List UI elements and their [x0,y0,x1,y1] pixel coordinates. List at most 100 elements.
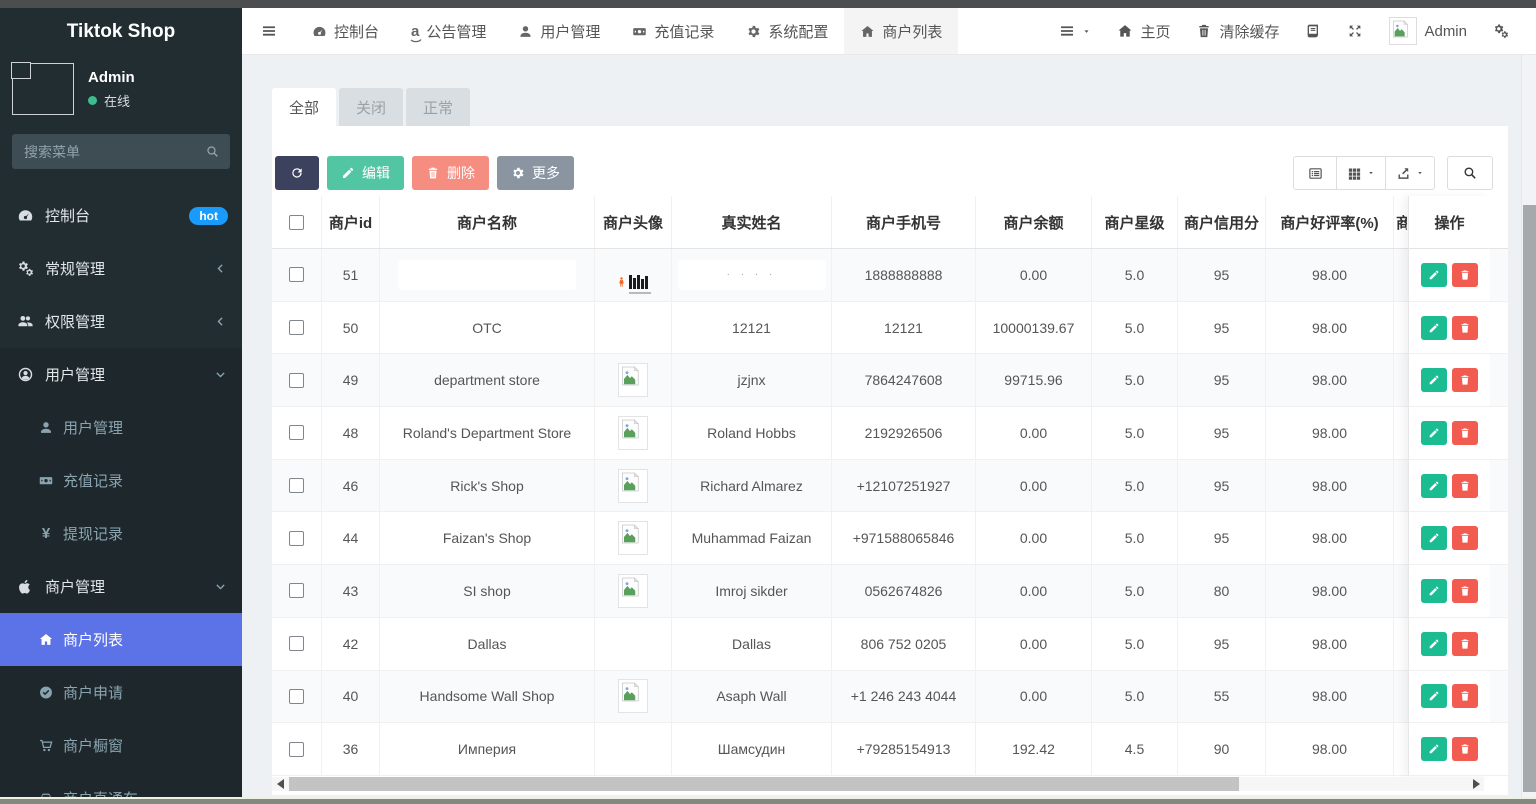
tab-all[interactable]: 全部 [272,88,336,126]
fullscreen-button[interactable] [1334,8,1376,54]
row-checkbox[interactable] [289,425,304,440]
tab-normal[interactable]: 正常 [406,88,470,126]
row-delete-button[interactable] [1452,526,1478,550]
row-delete-button[interactable] [1452,421,1478,445]
row-edit-button[interactable] [1421,526,1447,550]
sidebar-item-merchant-management[interactable]: 商户管理 [0,560,242,613]
account-menu[interactable]: Admin [1376,8,1480,54]
sidebar-search-input[interactable] [12,134,230,169]
merchant-id-cell: 36 [322,723,380,775]
edit-button[interactable]: 编辑 [327,156,404,190]
sidebar-subitem-user-management[interactable]: 用户管理 [0,401,242,454]
row-edit-button[interactable] [1421,474,1447,498]
export-button[interactable] [1385,156,1435,190]
phone-cell: +79285154913 [832,723,976,775]
merchant-rating: 98.00 [1312,583,1347,599]
row-edit-button[interactable] [1421,737,1447,761]
row-delete-button[interactable] [1452,474,1478,498]
navtab-dashboard[interactable]: 控制台 [296,8,395,54]
row-actions-cell [1409,407,1490,460]
real-name: Шамсудин [718,741,786,757]
list-alt-icon [1308,166,1323,181]
rating-cell: 98.00 [1266,512,1394,564]
row-checkbox[interactable] [289,373,304,388]
sidebar-item-dashboard[interactable]: 控制台 hot [0,189,242,242]
row-checkbox[interactable] [289,583,304,598]
row-checkbox[interactable] [289,636,304,651]
vertical-scrollbar-thumb[interactable] [1523,205,1536,792]
refresh-button[interactable] [275,156,319,190]
censored-real-name [678,260,826,290]
navtab-recharge[interactable]: 充值记录 [616,8,730,54]
toggle-view-button[interactable] [1293,156,1337,190]
row-edit-button[interactable] [1421,368,1447,392]
navtab-merchant-list[interactable]: 商户列表 [844,8,958,54]
users-icon [16,313,35,330]
row-edit-button[interactable] [1421,579,1447,603]
sidebar-subitem-merchant-showcase[interactable]: 商户橱窗 [0,719,242,772]
row-edit-button[interactable] [1421,421,1447,445]
merchant-name-cell: Dallas [380,618,595,670]
navtab-system-config[interactable]: 系统配置 [730,8,844,54]
sidebar-toggle-button[interactable] [242,8,296,54]
sidebar-item-general[interactable]: 常规管理 [0,242,242,295]
row-actions-cell [1409,354,1490,407]
tab-closed[interactable]: 关闭 [339,88,403,126]
row-checkbox[interactable] [289,531,304,546]
rating-cell: 98.00 [1266,354,1394,406]
merchant-rating: 98.00 [1312,372,1347,388]
sidebar-subitem-recharge-records[interactable]: 充值记录 [0,454,242,507]
phone-cell: 7864247608 [832,354,976,406]
sidebar-item-permissions[interactable]: 权限管理 [0,295,242,348]
select-all-checkbox[interactable] [289,215,304,230]
sidebar-subitem-withdraw-records[interactable]: ¥ 提现记录 [0,507,242,560]
row-delete-button[interactable] [1452,632,1478,656]
row-delete-button[interactable] [1452,684,1478,708]
user-avatar [12,63,74,115]
clear-cache-button[interactable]: 清除缓存 [1183,8,1292,54]
sidebar-subitem-merchant-apply[interactable]: 商户申请 [0,666,242,719]
merchant-balance: 99715.96 [1004,372,1062,388]
navtab-users[interactable]: 用户管理 [502,8,616,54]
tabs-dropdown-button[interactable] [1046,8,1104,54]
horizontal-scrollbar-thumb[interactable] [289,777,1239,791]
row-checkbox[interactable] [289,267,304,282]
brand-title: Tiktok Shop [0,8,242,56]
columns-button[interactable] [1336,156,1386,190]
row-delete-button[interactable] [1452,368,1478,392]
row-edit-button[interactable] [1421,263,1447,287]
broken-image-icon [11,62,31,79]
sidebar-subitem-merchant-express[interactable]: 商户直通车 [0,772,242,797]
row-actions-cell [1409,302,1490,355]
delete-button[interactable]: 删除 [412,156,489,190]
merchant-phone: +971588065846 [853,530,955,546]
search-icon[interactable] [205,144,220,159]
merchant-name: OTC [472,320,502,336]
sidebar-item-user-management[interactable]: 用户管理 [0,348,242,401]
table-toolbar: 编辑 删除 更多 [272,126,1508,190]
row-delete-button[interactable] [1452,579,1478,603]
row-checkbox[interactable] [289,478,304,493]
row-delete-button[interactable] [1452,263,1478,287]
row-checkbox[interactable] [289,689,304,704]
table-row: 46Rick's ShopRichard Almarez+12107251927… [272,460,1508,513]
more-button[interactable]: 更多 [497,156,574,190]
settings-button[interactable] [1480,8,1522,54]
home-icon [38,632,54,647]
docs-button[interactable] [1292,8,1334,54]
table-search-button[interactable] [1447,156,1493,190]
home-button[interactable]: 主页 [1104,8,1183,54]
row-delete-button[interactable] [1452,737,1478,761]
scroll-left-arrow[interactable] [272,777,288,791]
row-checkbox[interactable] [289,742,304,757]
scroll-right-arrow[interactable] [1468,777,1484,791]
row-delete-button[interactable] [1452,316,1478,340]
navtab-announcements[interactable]: a 公告管理 [395,8,502,54]
merchant-balance: 192.42 [1012,741,1055,757]
row-edit-button[interactable] [1421,632,1447,656]
row-checkbox[interactable] [289,320,304,335]
table-row: 48Roland's Department StoreRoland Hobbs2… [272,407,1508,460]
row-edit-button[interactable] [1421,684,1447,708]
row-edit-button[interactable] [1421,316,1447,340]
sidebar-subitem-merchant-list[interactable]: 商户列表 [0,613,242,666]
